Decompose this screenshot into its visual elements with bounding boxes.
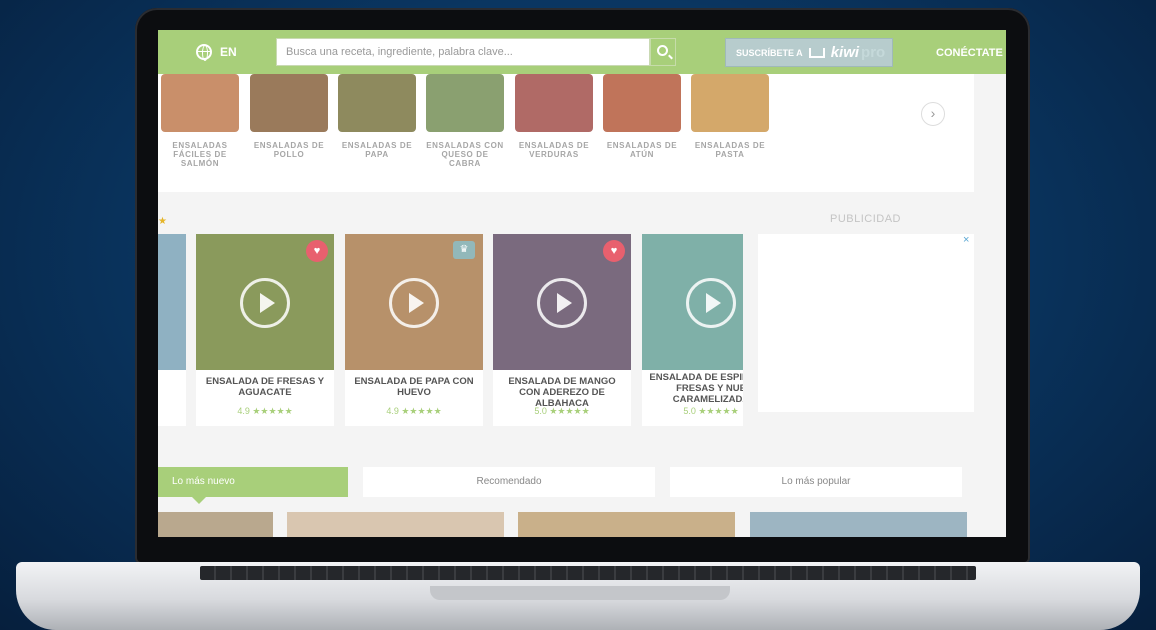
category-thumbnail [250,74,328,132]
play-video-icon[interactable] [537,278,587,328]
recipe-rating: 4.9 ★★★★★ [386,406,442,416]
kiwi-pro-logo: pro [861,44,886,61]
search-icon [657,45,668,56]
language-label: EN [220,45,237,59]
search-button[interactable] [650,38,676,66]
recipe-card[interactable]: ENSALADA DE ESPIN CON FRESAS Y NUE CARAM… [642,234,743,426]
tab-recommended[interactable]: Recomendado [363,467,655,497]
search-bar: × [276,38,758,67]
kiwi-logo: kiwi [830,44,860,61]
category-item[interactable]: ENSALADAS DE ATÚN [602,74,682,159]
play-video-icon[interactable] [389,278,439,328]
tab-popular[interactable]: Lo más popular [670,467,962,497]
recipe-image [158,234,186,370]
category-label: ENSALADAS DE POLLO [253,141,325,159]
recipe-thumbnail[interactable] [158,512,273,537]
category-label: ENSALADAS CON QUESO DE CABRA [426,141,504,168]
laptop-screen: EN × SUSCRÍBETE A kiwi pro CONÉCTATE ENS… [158,30,1006,537]
laptop-notch [430,586,730,600]
recipe-thumbnail[interactable] [518,512,735,537]
carousel-next-button[interactable]: › [921,102,945,126]
category-label: ENSALADAS DE ATÚN [606,141,678,159]
category-thumbnail [691,74,769,132]
subscribe-kiwipro-button[interactable]: SUSCRÍBETE A kiwi pro [725,38,893,67]
ad-slot[interactable]: × [758,234,974,412]
search-input[interactable] [276,38,650,66]
tab-newest[interactable]: Lo más nuevo [158,467,348,504]
category-item[interactable]: ENSALADAS FÁCILES DE SALMÓN [160,74,240,168]
recipe-title: ENSALADA DE ESPIN CON FRESAS Y NUE CARAM… [649,372,743,405]
section-star-icon: ★ [158,216,167,227]
kiwipro-crown-icon: ♛ [453,241,475,259]
ad-close-icon[interactable]: × [963,234,969,246]
category-label: ENSALADAS FÁCILES DE SALMÓN [172,141,228,168]
category-thumbnail [161,74,239,132]
recipe-card[interactable]: ♥ ENSALADA DE MANGO CON ADEREZO DE ALBAH… [493,234,631,426]
ad-label: PUBLICIDAD [829,213,902,225]
favorite-heart-icon[interactable]: ♥ [603,240,625,262]
recipe-rating: 5.0 ★★★★★ [534,406,590,416]
language-switcher[interactable]: EN [196,44,237,61]
category-thumbnail [338,74,416,132]
recipe-title: ON [158,376,180,387]
category-thumbnail [515,74,593,132]
category-item[interactable]: ENSALADAS DE PAPA [337,74,417,159]
recipe-title: ENSALADA DE PAPA CON HUEVO [354,376,474,398]
globe-icon [196,44,212,61]
recipe-card[interactable]: ♥ ENSALADA DE FRESAS Y AGUACATE 4.9 ★★★★… [196,234,334,426]
category-thumbnail [603,74,681,132]
category-item[interactable]: ENSALADAS DE PASTA [690,74,770,159]
recipe-title: ENSALADA DE MANGO CON ADEREZO DE ALBAHAC… [508,376,616,409]
category-carousel: ENSALADAS FÁCILES DE SALMÓN ENSALADAS DE… [158,74,974,192]
play-video-icon[interactable] [240,278,290,328]
recipe-rating: 4.9 ★★★★★ [237,406,293,416]
recipe-title: ENSALADA DE FRESAS Y AGUACATE [205,376,325,398]
login-link[interactable]: CONÉCTATE [936,47,1003,59]
category-item[interactable]: ENSALADAS DE VERDURAS [514,74,594,159]
category-label: ENSALADAS DE PASTA [694,141,766,159]
category-label: ENSALADAS DE VERDURAS [518,141,590,159]
recipe-card[interactable]: ON [158,234,186,426]
recipe-thumbnail[interactable] [750,512,967,537]
category-label: ENSALADAS DE PAPA [341,141,413,159]
subscribe-label: SUSCRÍBETE A [736,47,803,58]
recipe-card[interactable]: ♛ ENSALADA DE PAPA CON HUEVO 4.9 ★★★★★ [345,234,483,426]
category-item[interactable]: ENSALADAS DE POLLO [249,74,329,159]
play-video-icon[interactable] [686,278,736,328]
site-header: EN × SUSCRÍBETE A kiwi pro CONÉCTATE [158,30,1006,74]
category-item[interactable]: ENSALADAS CON QUESO DE CABRA [425,74,505,168]
favorite-heart-icon[interactable]: ♥ [306,240,328,262]
recipe-thumbnail[interactable] [287,512,504,537]
laptop-keyboard [200,566,976,580]
category-thumbnail [426,74,504,132]
recipe-rating: 5.0 ★★★★★ [683,406,739,416]
kiwi-crown-icon [808,47,825,58]
